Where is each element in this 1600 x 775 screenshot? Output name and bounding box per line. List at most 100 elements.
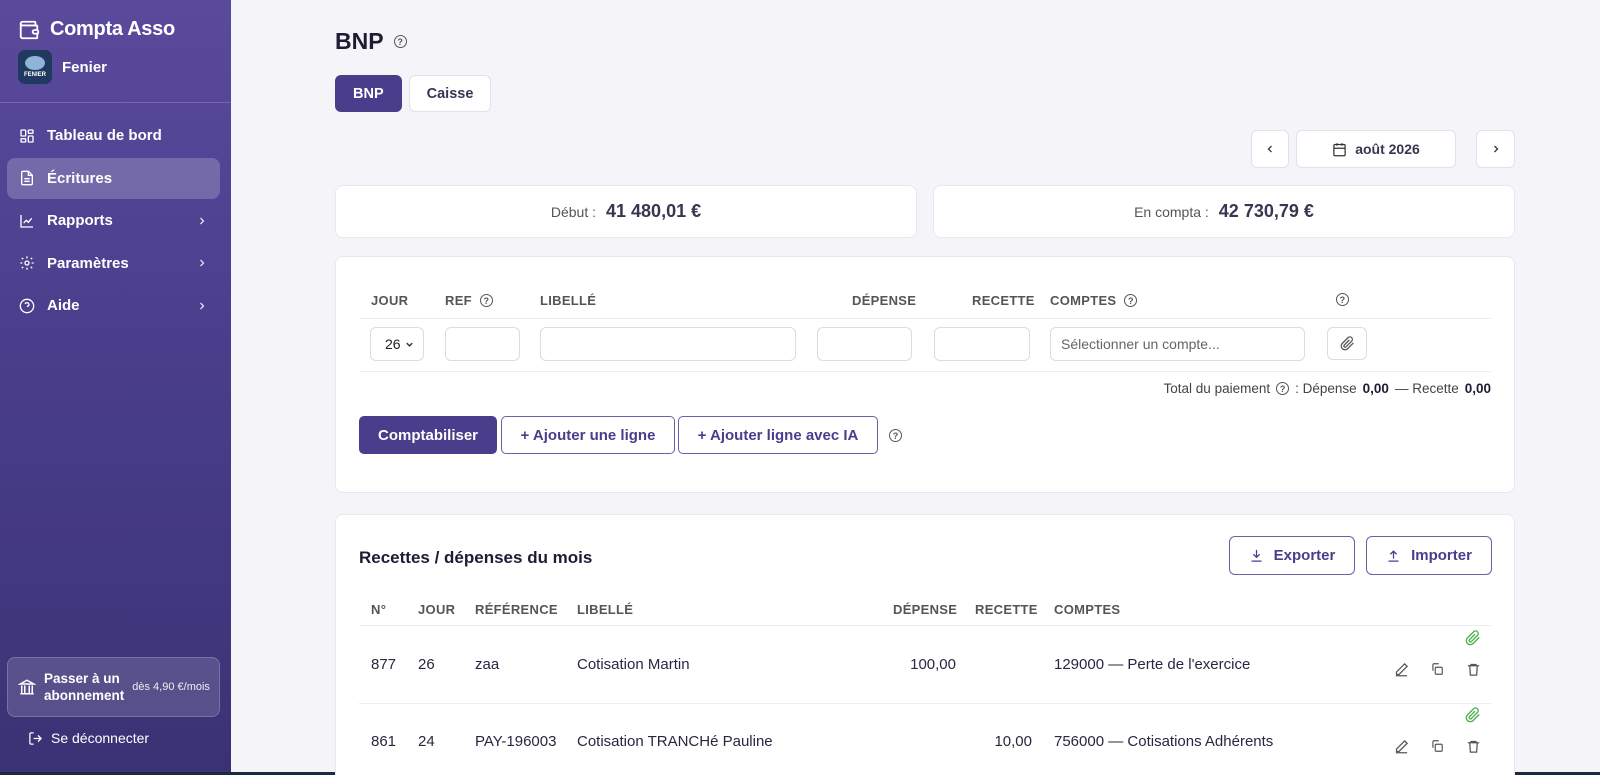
edit-icon[interactable] [1392,660,1410,678]
sidebar-item-label: Paramètres [47,254,129,272]
attach-button[interactable] [1327,327,1367,360]
logout-label: Se déconnecter [51,730,150,746]
total-depense: 0,00 [1362,381,1389,396]
import-button[interactable]: Importer [1366,536,1492,575]
trash-icon[interactable] [1464,737,1482,755]
tab-bnp[interactable]: BNP [335,75,402,112]
day-select[interactable]: 26 [370,327,424,361]
sidebar-item-rapports[interactable]: Rapports [7,200,220,241]
row-recette: 10,00 [994,733,1032,750]
tab-caisse[interactable]: Caisse [408,75,492,112]
row-num: 877 [371,656,397,673]
help-icon[interactable]: ? [1276,382,1290,395]
row-compte: 756000 — Cotisations Adhérents [1054,733,1274,750]
month-label: août 2026 [1355,141,1420,157]
col-reference: RÉFÉRENCE [475,602,558,617]
monthly-entries: Recettes / dépenses du mois Exporter Imp… [335,514,1515,775]
upgrade-price: dès 4,90 €/mois [132,681,210,693]
wallet-icon [18,19,40,41]
help-icon[interactable]: ? [1336,293,1349,306]
list-title: Recettes / dépenses du mois [359,548,593,567]
row-depense: 100,00 [910,656,956,673]
org-logo: FENIER [18,50,52,84]
chart-line-icon [19,213,35,229]
row-libelle: Cotisation Martin [577,656,690,673]
balance-compta-card: En compta : 42 730,79 € [933,185,1515,238]
header-ref: REF? [445,293,493,308]
chevron-down-icon [404,339,415,350]
help-icon[interactable]: ? [1124,294,1138,307]
month-picker[interactable]: août 2026 [1296,130,1456,168]
help-circle-icon [19,298,35,314]
chevron-left-icon [1264,143,1276,155]
balance-compta-value: 42 730,79 € [1218,201,1314,221]
ref-input[interactable] [445,327,520,361]
previous-month-button[interactable] [1251,130,1289,168]
chevron-right-icon [196,215,208,227]
sidebar-item-ecritures[interactable]: Écritures [7,157,220,199]
divider [359,625,1491,626]
sidebar-item-label: Rapports [47,212,113,229]
add-ai-line-button[interactable]: + Ajouter ligne avec IA [678,416,878,454]
upgrade-button[interactable]: Passer à un abonnement dès 4,90 €/mois [7,657,220,717]
chevron-right-icon [1490,143,1502,155]
download-icon [1249,548,1264,563]
header-jour: JOUR [371,293,409,308]
sidebar: Compta Asso FENIER Fenier Tableau de bor… [0,0,231,775]
next-month-button[interactable] [1476,130,1515,168]
page-title: BNP ? [335,28,407,55]
header-comptes: COMPTES? [1050,293,1138,308]
balance-start-label: Début : [550,203,597,220]
header-attachment-help: ? [1336,293,1349,306]
libelle-input[interactable] [540,327,796,361]
logout-link[interactable]: Se déconnecter [28,730,149,746]
divider [359,318,1491,319]
col-libelle: LIBELLÉ [577,602,634,617]
add-line-button[interactable]: + Ajouter une ligne [501,416,675,454]
brand[interactable]: Compta Asso [18,18,175,41]
upgrade-label: Passer à un abonnement [44,671,125,703]
duplicate-icon[interactable] [1428,737,1446,755]
help-icon[interactable]: ? [393,35,407,48]
divider [359,703,1491,704]
edit-icon[interactable] [1392,737,1410,755]
duplicate-icon[interactable] [1428,660,1446,678]
header-recette: RECETTE [972,293,1035,308]
logout-icon [28,731,43,746]
calendar-icon [1332,142,1347,157]
header-libelle: LIBELLÉ [540,293,597,308]
balance-start-card: Début : 41 480,01 € [335,185,917,238]
trash-icon[interactable] [1464,660,1482,678]
day-value: 26 [385,336,401,352]
account-select[interactable]: Sélectionner un compte... [1050,327,1305,361]
help-icon[interactable]: ? [889,429,902,442]
export-button[interactable]: Exporter [1229,536,1355,575]
row-libelle: Cotisation TRANCHé Pauline [577,733,773,750]
paperclip-icon[interactable] [1464,706,1482,724]
sidebar-item-parametres[interactable]: Paramètres [7,243,220,284]
chevron-right-icon [196,300,208,312]
header-depense: DÉPENSE [852,293,917,308]
depense-input[interactable] [817,327,912,361]
row-num: 861 [371,733,397,750]
help-icon[interactable]: ? [479,294,493,307]
chevron-right-icon [196,257,208,269]
app-title: Compta Asso [50,18,175,40]
dashboard-icon [19,128,35,144]
org-switcher[interactable]: FENIER Fenier [18,50,107,84]
paperclip-icon[interactable] [1464,629,1482,647]
col-num: N° [371,602,387,617]
sidebar-item-label: Écritures [47,169,113,187]
sidebar-item-tableau-de-bord[interactable]: Tableau de bord [7,115,220,156]
entry-form: JOUR REF? LIBELLÉ DÉPENSE RECETTE COMPTE… [335,256,1515,493]
row-compte: 129000 — Perte de l'exercice [1054,656,1251,673]
sidebar-item-aide[interactable]: Aide [7,285,220,326]
bank-icon [18,678,36,696]
sidebar-item-label: Aide [47,297,80,314]
sidebar-item-label: Tableau de bord [47,127,162,144]
recette-input[interactable] [934,327,1030,361]
comptabiliser-button[interactable]: Comptabiliser [359,416,497,454]
balance-compta-label: En compta : [1134,203,1209,220]
sidebar-nav: Tableau de bord Écritures Rapports Param… [7,115,220,328]
account-tabs: BNP Caisse [335,75,492,112]
